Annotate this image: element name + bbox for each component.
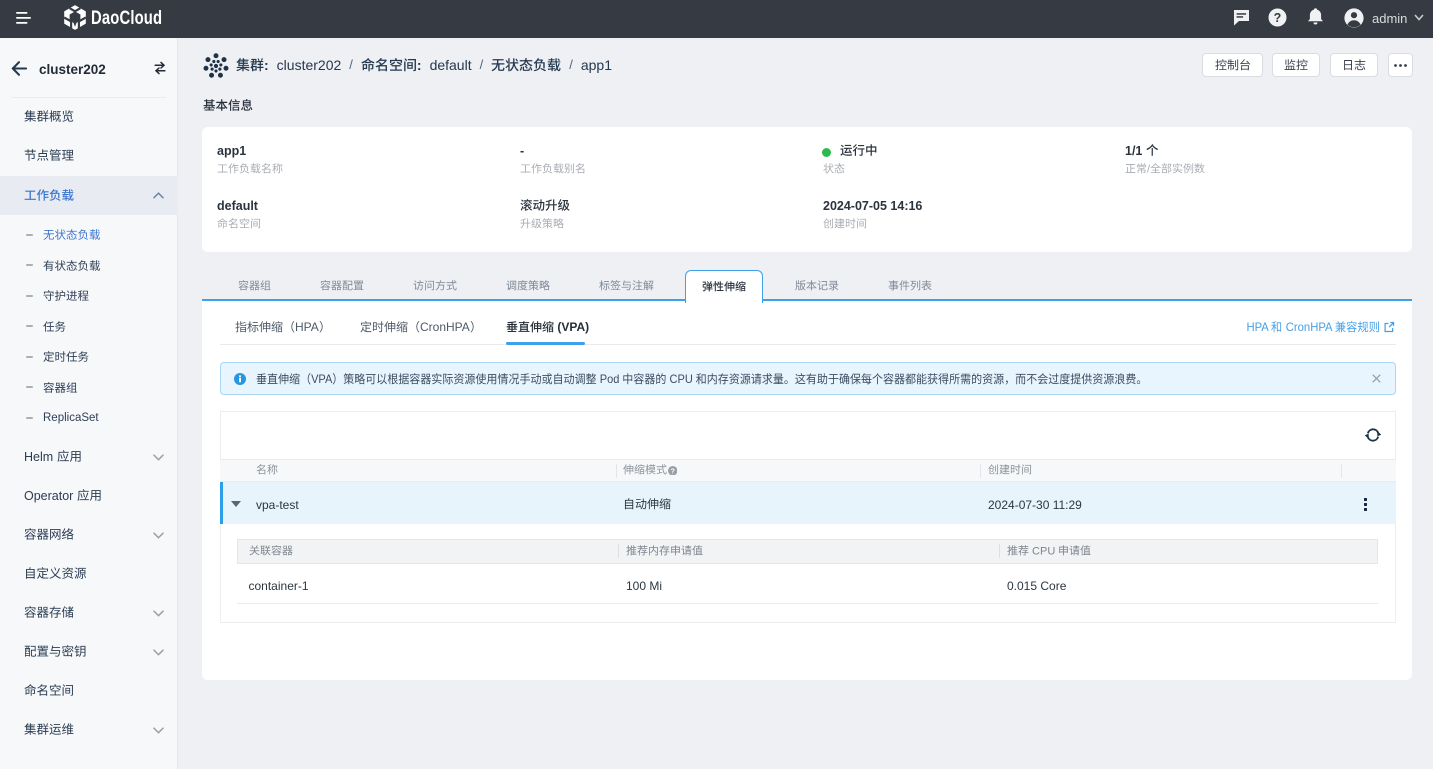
- svg-text:?: ?: [670, 468, 674, 475]
- svg-text:?: ?: [1274, 11, 1282, 25]
